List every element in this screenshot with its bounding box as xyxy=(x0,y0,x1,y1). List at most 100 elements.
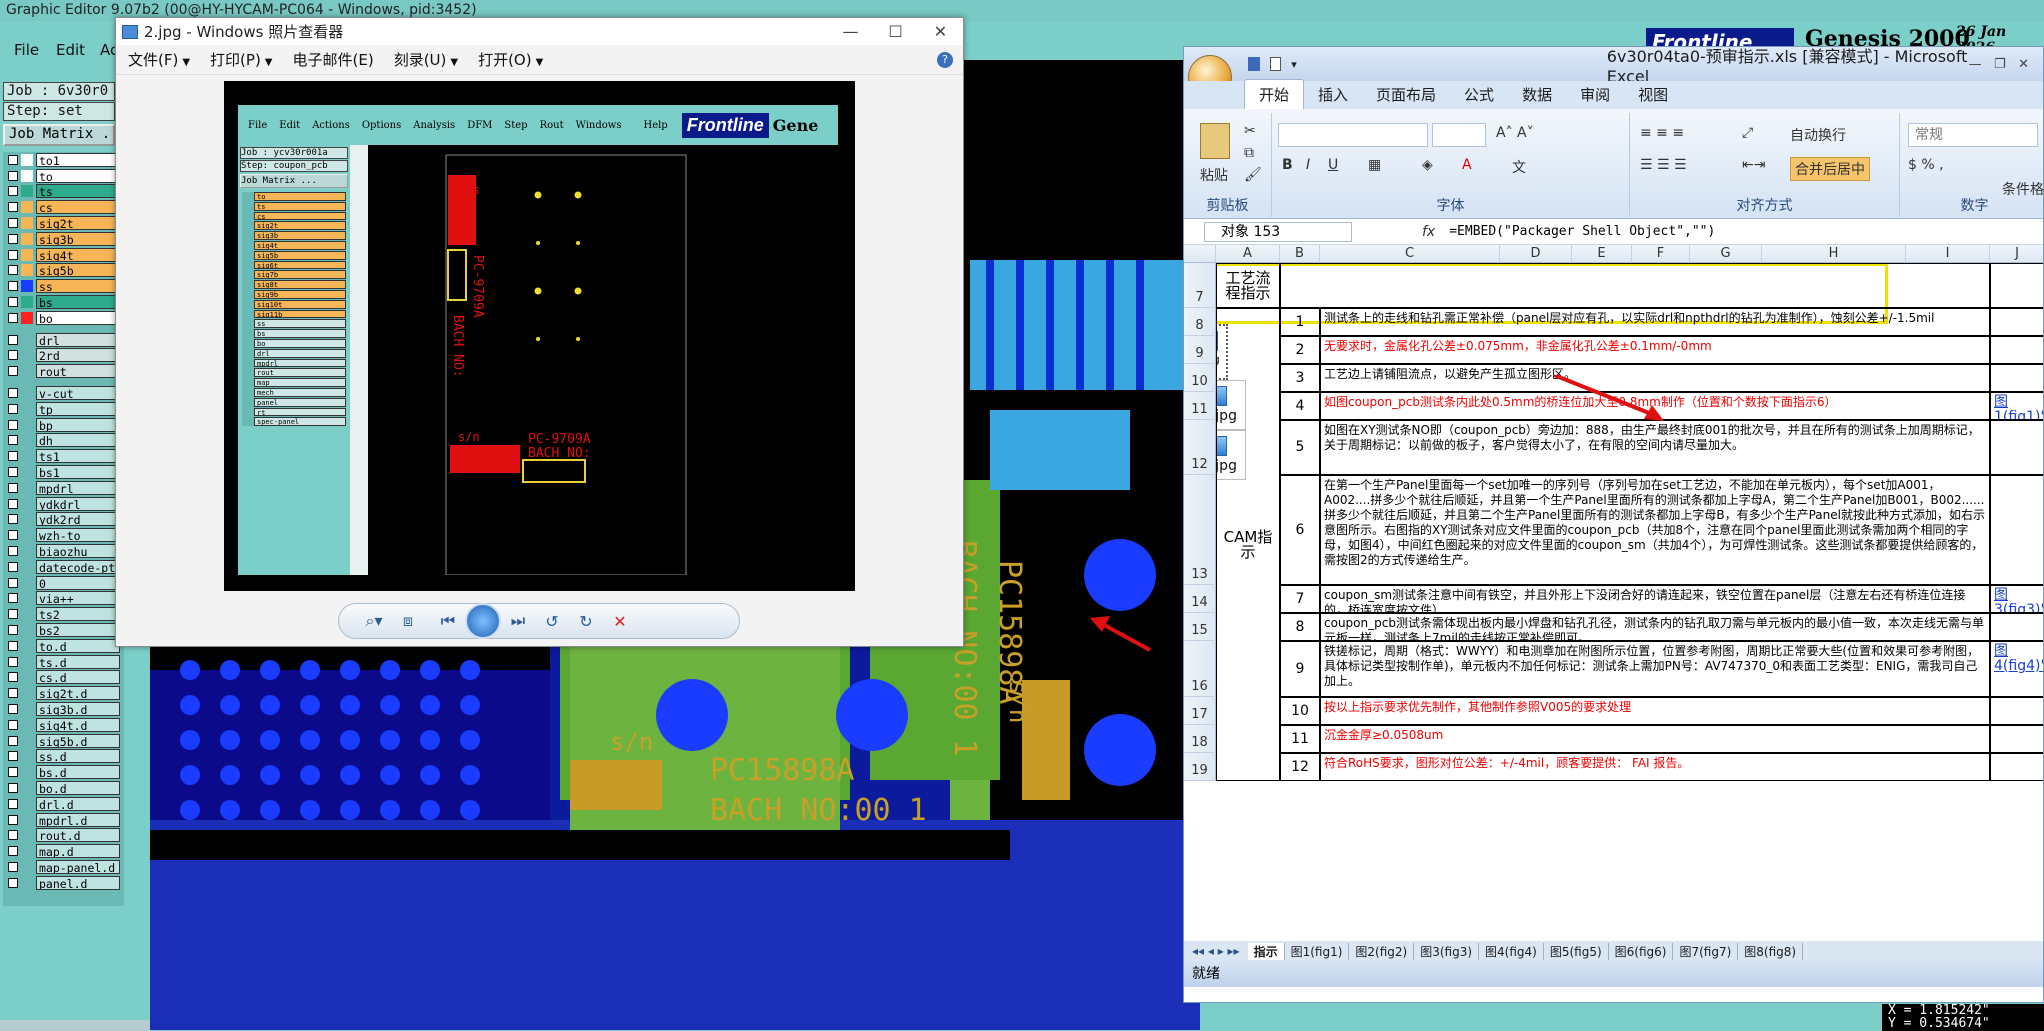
excel-titlebar[interactable]: ▾ 6v30r04ta0-预审指示.xls [兼容模式] - Microsoft… xyxy=(1184,47,2043,86)
font-size-box[interactable] xyxy=(1432,123,1486,147)
layer-checkbox[interactable] xyxy=(8,782,18,793)
ribbon-tab[interactable]: 页面布局 xyxy=(1362,80,1450,109)
underline-icon[interactable]: U xyxy=(1328,157,1338,173)
col-header-c[interactable]: C xyxy=(1320,245,1500,263)
layer-checkbox[interactable] xyxy=(8,366,18,377)
row-header[interactable]: 12 xyxy=(1184,420,1216,475)
minimize-button[interactable]: — xyxy=(828,22,873,41)
row-header[interactable]: 11 xyxy=(1184,392,1216,420)
layer-row[interactable]: mpdrl xyxy=(3,480,124,496)
menu-file[interactable]: 文件(F) ▼ xyxy=(128,49,190,70)
link-cell[interactable] xyxy=(1990,336,2043,364)
instruction-cell[interactable]: 测试条上的走线和钻孔需正常补偿（panel层对应有孔，以实际drl和npthdr… xyxy=(1320,308,1990,336)
phonetic-icon[interactable]: 文 xyxy=(1512,157,1526,177)
worksheet-grid[interactable]: 7 工艺流程指示 8 1 测试条上的走线和钻孔需正常补偿（panel层对应有孔，以实际d… xyxy=(1184,263,2043,941)
select-all[interactable] xyxy=(1184,245,1216,263)
layer-checkbox[interactable] xyxy=(8,688,18,699)
row-header[interactable]: 19 xyxy=(1184,753,1216,781)
header-j-cell[interactable] xyxy=(1990,263,2043,308)
figure-link[interactable]: 图4(fig4)' xyxy=(1994,643,2043,674)
genesis-menu-file[interactable]: File xyxy=(14,41,39,59)
layer-checkbox[interactable] xyxy=(8,593,18,604)
layer-checkbox[interactable] xyxy=(8,846,18,857)
photo-viewer-titlebar[interactable]: 2.jpg - Windows 照片查看器 — ☐ ✕ xyxy=(116,18,963,45)
sheet-nav-icon[interactable]: ◂◂ ◂ ▸ ▸▸ xyxy=(1184,944,1248,958)
next-icon[interactable]: ⏭ xyxy=(501,611,535,631)
layer-checkbox[interactable] xyxy=(8,265,18,276)
sheet-tab[interactable]: 图3(fig3) xyxy=(1414,942,1480,960)
layer-row[interactable]: sig4t xyxy=(3,247,124,263)
genesis-menu-edit[interactable]: Edit xyxy=(56,41,85,59)
layer-checkbox[interactable] xyxy=(8,312,18,323)
conditional-format-button[interactable]: 条件格式 xyxy=(2002,179,2044,199)
fill-color-icon[interactable]: ◈ xyxy=(1422,157,1433,173)
row-header[interactable]: 17 xyxy=(1184,697,1216,725)
sheet-tab[interactable]: 指示 xyxy=(1247,942,1285,960)
layer-checkbox[interactable] xyxy=(8,419,18,430)
link-cell[interactable] xyxy=(1990,613,2043,641)
layer-checkbox[interactable] xyxy=(8,482,18,493)
header-merged-cell[interactable] xyxy=(1280,263,1990,308)
layer-row[interactable]: sig2t.d xyxy=(3,685,124,701)
layer-row[interactable]: ss.d xyxy=(3,748,124,764)
indent-icon[interactable]: ⇤⇥ xyxy=(1742,157,1765,173)
instruction-cell[interactable]: coupon_pcb测试条需体现出板内最小焊盘和钻孔孔径，测试条内的钻孔取刀需与… xyxy=(1320,613,1990,641)
instruction-cell[interactable]: 沉金金厚≥0.0508um xyxy=(1320,725,1990,753)
job-matrix-button[interactable]: Job Matrix . xyxy=(3,124,115,146)
layer-row[interactable]: map-panel.d xyxy=(3,859,124,875)
font-color-icon[interactable]: A xyxy=(1462,157,1472,173)
layer-checkbox[interactable] xyxy=(8,830,18,841)
layer-row[interactable]: map.d xyxy=(3,843,124,859)
grow-font-icon[interactable]: A˄ A˅ xyxy=(1496,125,1534,141)
row-header[interactable]: 9 xyxy=(1184,336,1216,364)
layer-checkbox[interactable] xyxy=(8,451,18,462)
menu-open[interactable]: 打开(O) ▼ xyxy=(478,49,543,70)
layer-checkbox[interactable] xyxy=(8,877,18,888)
layer-row[interactable]: via++ xyxy=(3,591,124,607)
layer-row[interactable]: sig3b xyxy=(3,231,124,247)
layer-checkbox[interactable] xyxy=(8,350,18,361)
merge-center-button[interactable]: 合并后居中 xyxy=(1790,157,1870,181)
row-header[interactable]: 14 xyxy=(1184,585,1216,613)
qat-dropdown-icon[interactable]: ▾ xyxy=(1291,58,1297,71)
instruction-cell[interactable]: 无要求时，金属化孔公差±0.075mm，非金属化孔公差±0.1mm/-0mm xyxy=(1320,336,1990,364)
layer-checkbox[interactable] xyxy=(8,249,18,260)
sheet-tab[interactable]: 图2(fig2) xyxy=(1349,942,1415,960)
layer-row[interactable]: tp xyxy=(3,401,124,417)
slideshow-button[interactable] xyxy=(465,603,501,639)
layer-row[interactable]: bs1 xyxy=(3,464,124,480)
layer-checkbox[interactable] xyxy=(8,609,18,620)
col-header-e[interactable]: E xyxy=(1572,245,1632,263)
maximize-button[interactable]: ☐ xyxy=(873,22,918,41)
layer-checkbox[interactable] xyxy=(8,640,18,651)
sheet-tab[interactable]: 图8(fig8) xyxy=(1738,942,1804,960)
layer-checkbox[interactable] xyxy=(8,656,18,667)
layer-row[interactable]: ss xyxy=(3,278,124,294)
instruction-cell[interactable]: coupon_sm测试条注意中间有铁空，并且外形上下没闭合好的请连起来，铁空位置… xyxy=(1320,585,1990,613)
link-cell[interactable]: 图1(fig1)' xyxy=(1990,392,2043,420)
menu-burn[interactable]: 刻录(U) ▼ xyxy=(394,49,458,70)
layer-row[interactable]: ts xyxy=(3,184,124,200)
sheet-tab[interactable]: 图7(fig7) xyxy=(1673,942,1739,960)
layer-row[interactable]: sig5b.d xyxy=(3,733,124,749)
sheet-tab[interactable]: 图6(fig6) xyxy=(1609,942,1674,960)
link-cell[interactable]: 图3(fig3)' xyxy=(1990,585,2043,613)
layer-row[interactable]: rout.d xyxy=(3,827,124,843)
rotate-right-icon[interactable]: ↻ xyxy=(569,612,603,631)
layer-row[interactable]: bs xyxy=(3,294,124,310)
layer-row[interactable]: ydkdrl xyxy=(3,496,124,512)
layer-checkbox[interactable] xyxy=(8,625,18,635)
sheet-tab[interactable]: 图4(fig4) xyxy=(1479,942,1544,960)
link-cell[interactable] xyxy=(1990,697,2043,725)
layer-row[interactable]: datecode-pt xyxy=(3,559,124,575)
col-header-g[interactable]: G xyxy=(1690,245,1762,263)
ribbon-tab[interactable]: 视图 xyxy=(1624,80,1682,109)
cut-icon[interactable]: ✂ xyxy=(1244,123,1256,139)
layer-checkbox[interactable] xyxy=(8,202,18,213)
layer-checkbox[interactable] xyxy=(8,719,18,730)
ribbon-tab[interactable]: 插入 xyxy=(1304,80,1362,109)
wrap-text-button[interactable]: 自动换行 xyxy=(1790,125,1846,145)
align-left-icon[interactable]: ☰ ☰ ☰ xyxy=(1640,157,1687,173)
photo-viewer-window[interactable]: 2.jpg - Windows 照片查看器 — ☐ ✕ 文件(F) ▼ 打印(P)… xyxy=(115,17,964,647)
layer-row[interactable]: bo.d xyxy=(3,780,124,796)
